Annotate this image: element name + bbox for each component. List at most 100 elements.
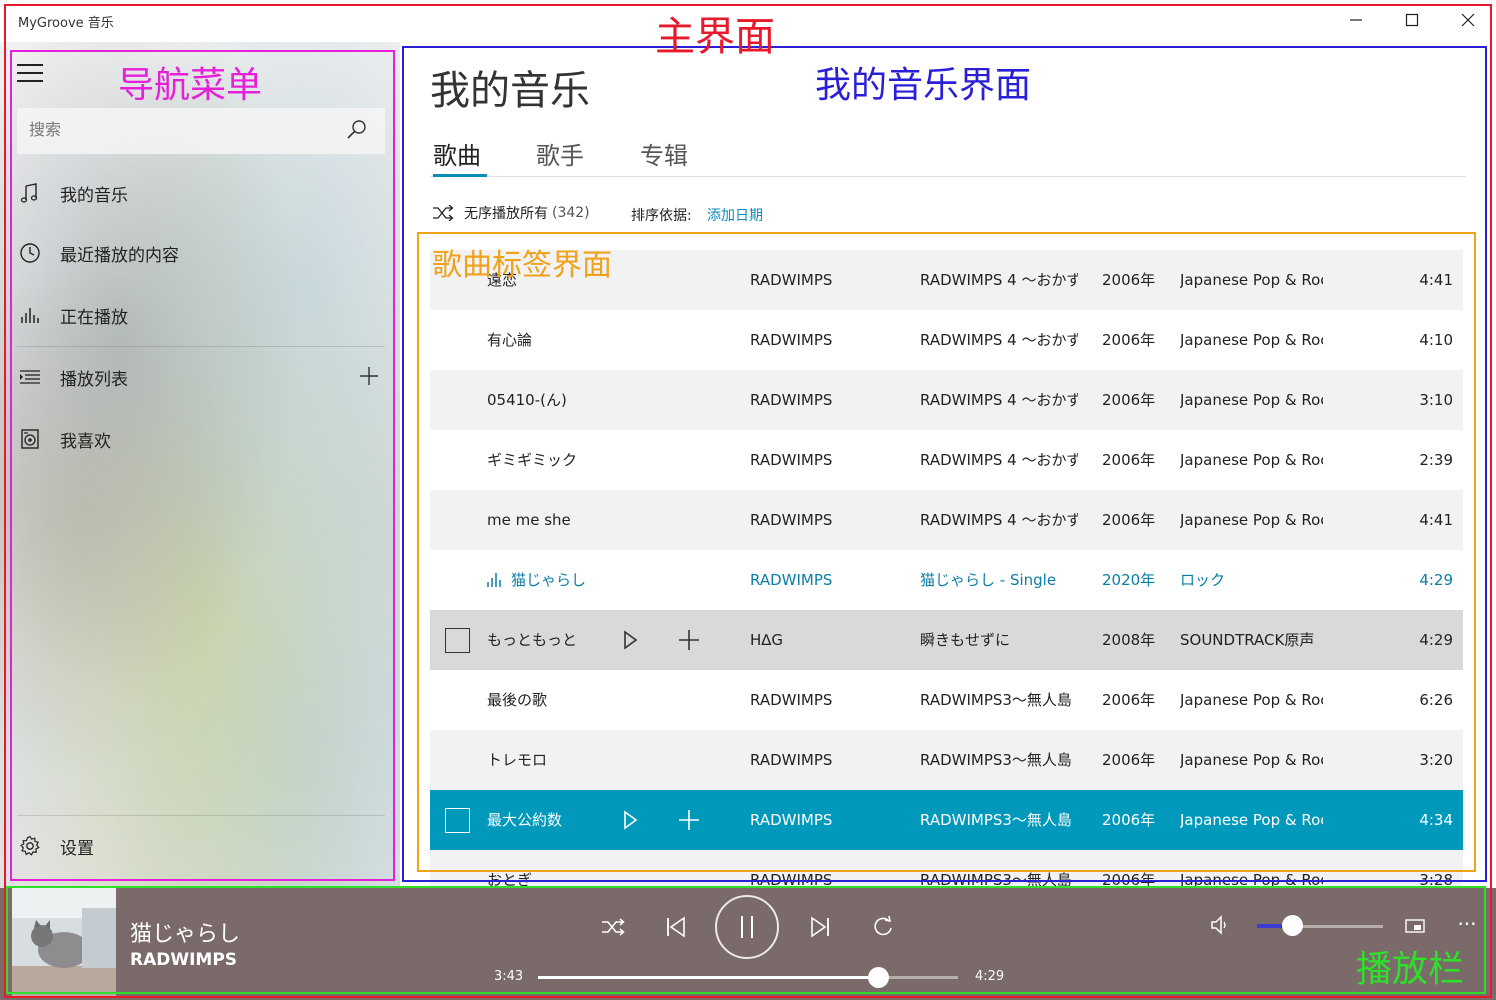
song-artist[interactable]: H∆G	[750, 610, 900, 670]
table-row[interactable]: 有心論 RADWIMPS RADWIMPS 4 ～おかず 2006年 Japanese …	[430, 310, 1463, 370]
volume-button[interactable]	[1206, 910, 1236, 940]
song-album[interactable]: RADWIMPS 4 ～おかず	[920, 310, 1078, 370]
play-icon[interactable]	[618, 808, 642, 832]
album-art[interactable]	[12, 888, 116, 996]
song-album[interactable]: RADWIMPS3～無人島	[920, 790, 1078, 850]
song-year: 2006年	[1102, 691, 1156, 709]
song-album[interactable]: RADWIMPS 4 ～おかず	[920, 490, 1078, 550]
song-album[interactable]: RADWIMPS 4 ～おかず	[920, 370, 1078, 430]
song-album[interactable]: RADWIMPS3～無人島	[920, 670, 1078, 730]
pause-icon	[741, 916, 753, 938]
next-button[interactable]	[801, 908, 839, 946]
song-artist[interactable]: RADWIMPS	[750, 670, 900, 730]
row-checkbox[interactable]	[445, 808, 470, 833]
song-duration: 4:29	[1419, 571, 1453, 589]
song-album[interactable]: RADWIMPS 4 ～おかず	[920, 430, 1078, 490]
sidebar-item-label: 正在播放	[60, 307, 128, 328]
sidebar-item-label: 播放列表	[60, 369, 128, 390]
song-year: 2020年	[1102, 571, 1156, 589]
song-title: 最大公約数	[487, 811, 563, 829]
song-artist[interactable]: RADWIMPS	[750, 370, 900, 430]
song-artist[interactable]: RADWIMPS	[750, 790, 900, 850]
add-icon[interactable]	[677, 808, 701, 832]
sidebar-item-now-playing[interactable]: 正在播放	[17, 290, 387, 340]
song-year: 2006年	[1102, 271, 1156, 289]
sidebar-item-my-music[interactable]: 我的音乐	[17, 168, 387, 218]
row-checkbox[interactable]	[445, 628, 470, 653]
sidebar-divider	[17, 815, 385, 816]
song-year: 2008年	[1102, 631, 1156, 649]
song-duration: 4:41	[1419, 511, 1453, 529]
song-year: 2006年	[1102, 751, 1156, 769]
repeat-button[interactable]	[864, 908, 902, 946]
song-artist[interactable]: RADWIMPS	[750, 730, 900, 790]
song-title: 猫じゃらし	[511, 571, 587, 589]
song-genre: Japanese Pop & Rock	[1180, 871, 1323, 888]
close-button[interactable]	[1448, 8, 1488, 32]
table-row[interactable]: me me she RADWIMPS RADWIMPS 4 ～おかず 2006年 Jap…	[430, 490, 1463, 550]
maximize-button[interactable]	[1392, 8, 1432, 32]
song-duration: 2:39	[1419, 451, 1453, 469]
add-playlist-icon[interactable]	[357, 364, 381, 388]
song-album[interactable]: RADWIMPS3～無人島	[920, 850, 1078, 888]
progress-thumb[interactable]	[868, 967, 889, 988]
volume-thumb[interactable]	[1282, 915, 1303, 936]
song-genre: Japanese Pop & Rock	[1180, 511, 1323, 529]
song-year: 2006年	[1102, 871, 1156, 888]
table-row[interactable]: トレモロ RADWIMPS RADWIMPS3～無人島 2006年 Japanese P…	[430, 730, 1463, 790]
tab-artists[interactable]: 歌手	[536, 136, 584, 171]
table-row[interactable]: 最大公約数 RADWIMPS RADWIMPS3～無人島 2006年 Japanese …	[430, 790, 1463, 850]
song-album[interactable]: RADWIMPS3～無人島	[920, 730, 1078, 790]
song-artist[interactable]: RADWIMPS	[750, 850, 900, 888]
mini-view-button[interactable]	[1402, 914, 1428, 938]
app-title: MyGroove 音乐	[18, 16, 114, 31]
sidebar-item-recent[interactable]: 最近播放的内容	[17, 228, 387, 278]
minimize-icon	[1350, 19, 1362, 21]
song-title: トレモロ	[487, 751, 548, 769]
song-title: 05410-(ん)	[487, 391, 567, 409]
shuffle-button[interactable]	[594, 908, 632, 946]
song-artist[interactable]: RADWIMPS	[750, 250, 900, 310]
song-album[interactable]: 猫じゃらし - Single	[920, 550, 1078, 610]
song-list: 遠恋 RADWIMPS RADWIMPS 4 ～おかず 2006年 Japanese P…	[430, 250, 1463, 888]
search-input[interactable]	[29, 120, 329, 139]
more-options-button[interactable]: ···	[1452, 912, 1482, 938]
sidebar-item-label: 最近播放的内容	[60, 245, 179, 266]
repeat-icon	[874, 915, 892, 936]
table-row[interactable]: ギミギミック RADWIMPS RADWIMPS 4 ～おかず 2006年 Japane…	[430, 430, 1463, 490]
table-row[interactable]: おとぎ RADWIMPS RADWIMPS3～無人島 2006年 Japanese Po…	[430, 850, 1463, 888]
pause-button[interactable]	[715, 895, 779, 959]
table-row[interactable]: 05410-(ん) RADWIMPS RADWIMPS 4 ～おかず 2006年 Jap…	[430, 370, 1463, 430]
sort-dropdown[interactable]: 添加日期	[707, 205, 763, 225]
minimize-button[interactable]	[1336, 8, 1376, 32]
song-artist[interactable]: RADWIMPS	[750, 430, 900, 490]
song-artist[interactable]: RADWIMPS	[750, 490, 900, 550]
song-year: 2006年	[1102, 811, 1156, 829]
search-icon[interactable]	[345, 118, 369, 142]
song-artist[interactable]: RADWIMPS	[750, 310, 900, 370]
annotation-label-main: 主界面	[655, 14, 775, 60]
sidebar-item-playlists[interactable]: 播放列表	[17, 352, 387, 402]
play-icon[interactable]	[618, 628, 642, 652]
shuffle-all-button[interactable]: 无序播放所有 (342)	[432, 203, 590, 223]
hamburger-menu-icon[interactable]	[17, 64, 43, 82]
song-title: 最後の歌	[487, 691, 548, 709]
song-duration: 6:26	[1419, 691, 1453, 709]
previous-icon	[667, 916, 685, 938]
add-icon[interactable]	[677, 628, 701, 652]
song-album[interactable]: RADWIMPS 4 ～おかず	[920, 250, 1078, 310]
song-artist[interactable]: RADWIMPS	[750, 550, 900, 610]
tab-songs[interactable]: 歌曲	[433, 136, 481, 171]
shuffle-icon	[602, 918, 625, 936]
tab-albums[interactable]: 专辑	[640, 136, 688, 171]
song-genre: Japanese Pop & Rock	[1180, 271, 1323, 289]
table-row[interactable]: 最後の歌 RADWIMPS RADWIMPS3～無人島 2006年 Japanese P…	[430, 670, 1463, 730]
table-row[interactable]: もっともっと H∆G 瞬きもせずに 2008年 SOUNDTRACK原声 4:29	[430, 610, 1463, 670]
sidebar-item-favorites[interactable]: 我喜欢	[17, 414, 387, 464]
shuffle-icon	[433, 205, 454, 221]
sidebar-item-settings[interactable]: 设置	[17, 821, 387, 871]
song-album[interactable]: 瞬きもせずに	[920, 610, 1078, 670]
table-row[interactable]: 猫じゃらし RADWIMPS 猫じゃらし - Single 2020年 ロック 4:29	[430, 550, 1463, 610]
previous-button[interactable]	[657, 908, 695, 946]
sidebar-item-label: 我喜欢	[60, 431, 111, 452]
